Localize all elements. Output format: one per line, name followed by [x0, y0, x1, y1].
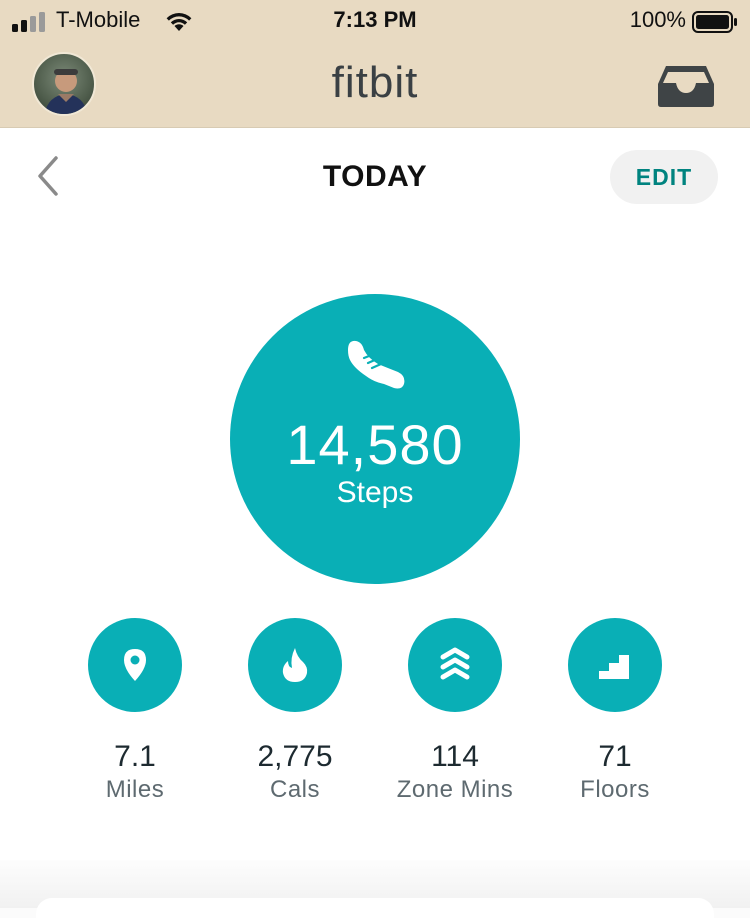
status-bar: T-Mobile 7:13 PM 100%: [0, 0, 750, 42]
edit-button[interactable]: EDIT: [610, 150, 718, 204]
stat-label: Floors: [580, 776, 650, 803]
stat-label: Cals: [269, 776, 320, 803]
app-header: fitbit: [0, 42, 750, 128]
stat-value: 71: [598, 740, 632, 773]
battery-percent: 100%: [629, 7, 686, 32]
stat-value: 7.1: [114, 740, 156, 773]
stat-zone-minutes[interactable]: 114 Zone Mins: [375, 618, 535, 804]
stat-calories[interactable]: 2,775 Cals: [215, 618, 375, 804]
app-brand-logo: fitbit: [331, 58, 419, 107]
stairs-icon: [599, 655, 629, 679]
steps-value: 14,580: [286, 413, 464, 476]
flame-icon: [282, 648, 308, 682]
steps-tile[interactable]: 14,580 Steps: [230, 294, 520, 584]
shoe-icon: [348, 340, 405, 389]
battery-icon: [692, 11, 737, 33]
zone-chevrons-icon: [440, 647, 470, 680]
stat-label: Miles: [105, 776, 165, 803]
stat-miles-bubble: [88, 618, 182, 712]
stat-floors[interactable]: 71 Floors: [535, 618, 695, 804]
stat-value: 2,775: [257, 740, 333, 773]
location-pin-icon: [124, 649, 146, 681]
stat-label: Zone Mins: [396, 776, 514, 803]
nav-bar: TODAY EDIT: [0, 128, 750, 224]
stat-zone-minutes-bubble: [408, 618, 502, 712]
next-card-edge[interactable]: [36, 898, 714, 918]
stat-value: 114: [431, 740, 479, 773]
steps-label: Steps: [336, 476, 414, 509]
stat-miles[interactable]: 7.1 Miles: [55, 618, 215, 804]
stat-calories-bubble: [248, 618, 342, 712]
dashboard-main: 14,580 Steps 7.1 Miles 2,775 Cals 114 Zo…: [0, 224, 750, 864]
inbox-icon[interactable]: [656, 64, 716, 108]
stat-floors-bubble: [568, 618, 662, 712]
